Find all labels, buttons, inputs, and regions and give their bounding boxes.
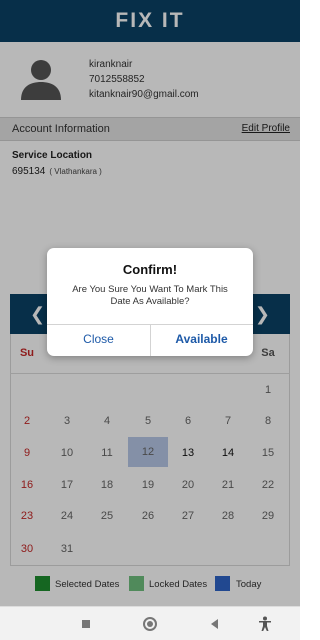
dialog-title: Confirm! bbox=[122, 262, 178, 277]
accessibility-icon[interactable] bbox=[257, 616, 273, 632]
home-icon[interactable] bbox=[142, 616, 158, 632]
recents-icon[interactable] bbox=[78, 616, 94, 632]
back-icon[interactable] bbox=[207, 616, 223, 632]
system-nav-bar bbox=[0, 606, 300, 640]
available-button[interactable]: Available bbox=[150, 332, 253, 346]
close-button[interactable]: Close bbox=[47, 332, 150, 346]
confirm-dialog: Confirm! Are You Sure You Want To Mark T… bbox=[47, 248, 253, 356]
dialog-message: Are You Sure You Want To Mark This Date … bbox=[72, 284, 228, 307]
